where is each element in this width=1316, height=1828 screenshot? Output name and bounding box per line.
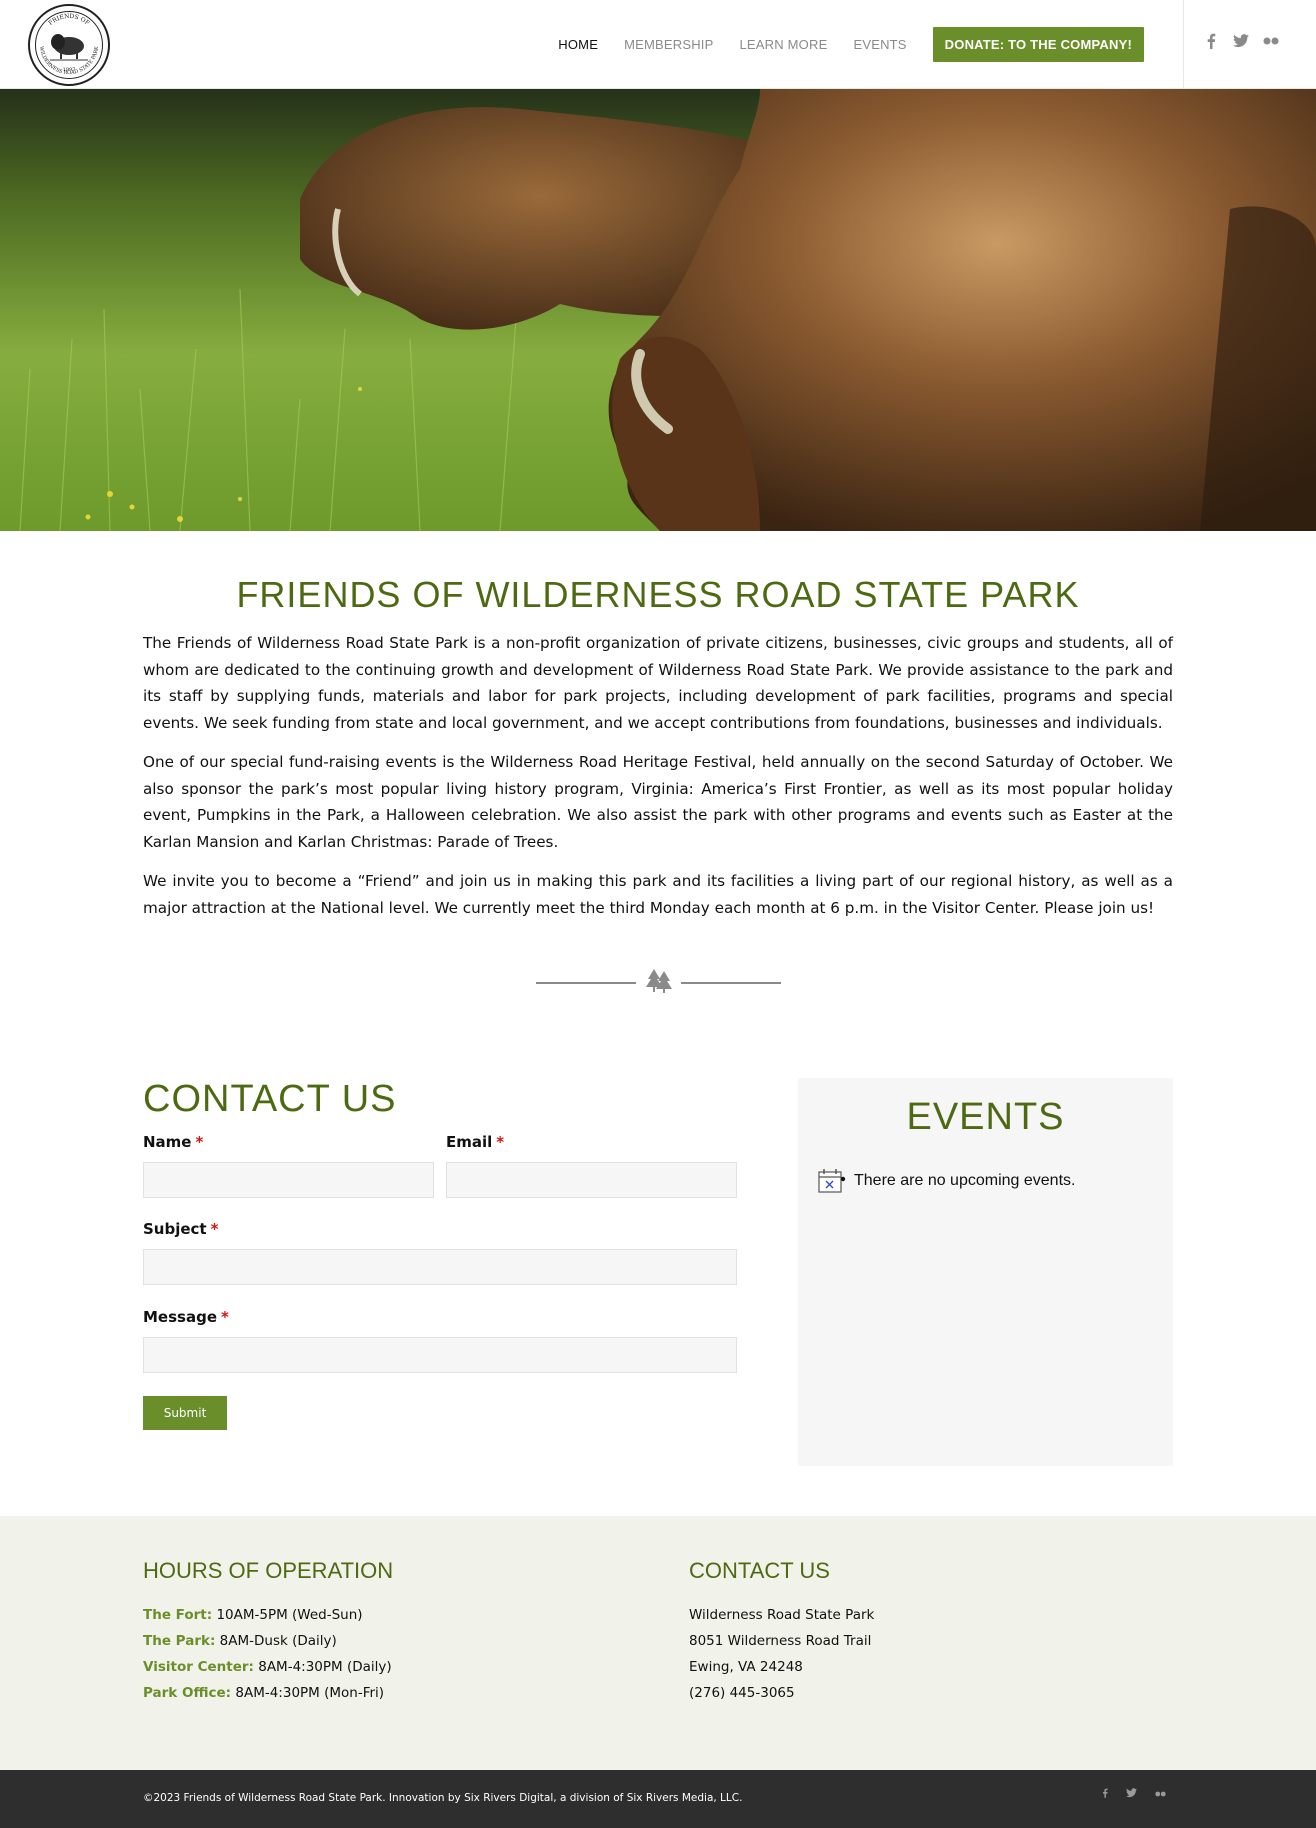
contact-form: CONTACT US Name * Email * Subject * Message… xyxy=(143,1078,737,1430)
hours-value: 10AM-5PM (Wed-Sun) xyxy=(216,1607,363,1623)
intro-paragraph-3: We invite you to become a “Friend” and j… xyxy=(143,872,1173,917)
address-line: Wilderness Road State Park xyxy=(689,1607,875,1623)
svg-text:FRIENDS OF: FRIENDS OF xyxy=(47,13,90,27)
copyright-text: ©2023 Friends of Wilderness Road State P… xyxy=(143,1792,743,1804)
message-field[interactable] xyxy=(143,1337,737,1373)
events-title: EVENTS xyxy=(906,1096,1065,1138)
required-mark: * xyxy=(496,1133,505,1151)
main-nav: HOME MEMBERSHIP LEARN MORE EVENTS DONATE… xyxy=(532,0,1144,89)
nav-events[interactable]: EVENTS xyxy=(853,37,906,52)
phone-number[interactable]: (276) 445-3065 xyxy=(689,1680,874,1706)
logo-year: 1997 xyxy=(63,67,76,73)
required-mark: * xyxy=(210,1220,219,1238)
message-label: Message * xyxy=(143,1308,229,1326)
name-label-text: Name xyxy=(143,1133,192,1151)
message-label-text: Message xyxy=(143,1308,217,1326)
page-title: FRIENDS OF WILDERNESS ROAD STATE PARK xyxy=(236,574,1080,615)
email-label-text: Email xyxy=(446,1133,493,1151)
hours-row: Visitor Center: 8AM-4:30PM (Daily) xyxy=(143,1654,393,1680)
donate-button[interactable]: DONATE: TO THE COMPANY! xyxy=(932,27,1144,62)
address-line: Ewing, VA 24248 xyxy=(689,1659,803,1675)
hours-key: Visitor Center: xyxy=(143,1659,254,1675)
site-header: FRIENDS OF WILDERNESS ROAD STATE PARK 19… xyxy=(0,0,1316,89)
intro-section: FRIENDS OF WILDERNESS ROAD STATE PARK Th… xyxy=(143,574,1173,934)
divider-line-right xyxy=(681,982,781,984)
contact-title: CONTACT US xyxy=(143,1078,397,1120)
hours-row: Park Office: 8AM-4:30PM (Mon-Fri) xyxy=(143,1680,393,1706)
header-social xyxy=(1203,33,1279,49)
flickr-icon[interactable] xyxy=(1155,1788,1166,1801)
site-logo[interactable]: FRIENDS OF WILDERNESS ROAD STATE PARK 19… xyxy=(28,4,110,86)
hours-key: Park Office: xyxy=(143,1685,232,1701)
nav-membership[interactable]: MEMBERSHIP xyxy=(624,37,713,52)
trees-icon xyxy=(646,969,672,993)
hours-value: 8AM-4:30PM (Daily) xyxy=(258,1659,392,1675)
required-mark: * xyxy=(195,1133,204,1151)
nav-learn-more[interactable]: LEARN MORE xyxy=(739,37,827,52)
logo-text-top: FRIENDS OF xyxy=(47,13,90,27)
name-field[interactable] xyxy=(143,1162,434,1198)
subject-field[interactable] xyxy=(143,1249,737,1285)
subject-label-text: Subject xyxy=(143,1220,207,1238)
hours-key: The Park: xyxy=(143,1633,216,1649)
hero-photo xyxy=(0,89,1316,531)
submit-button[interactable]: Submit xyxy=(143,1396,227,1430)
twitter-icon[interactable] xyxy=(1126,1788,1137,1801)
nav-home[interactable]: HOME xyxy=(558,37,598,52)
footer-contact-title: CONTACT US xyxy=(689,1558,830,1583)
no-events-text: There are no upcoming events. xyxy=(854,1172,1076,1189)
footer-social xyxy=(1102,1788,1166,1801)
email-label: Email * xyxy=(446,1133,504,1151)
divider-line-left xyxy=(536,982,636,984)
section-divider xyxy=(536,966,781,996)
hours-column: HOURS OF OPERATION The Fort: 10AM-5PM (W… xyxy=(143,1558,393,1706)
events-widget: EVENTS There are no upcoming events. xyxy=(798,1078,1173,1466)
address-line: 8051 Wilderness Road Trail xyxy=(689,1633,872,1649)
hours-value: 8AM-Dusk (Daily) xyxy=(219,1633,337,1649)
subject-label: Subject * xyxy=(143,1220,218,1238)
name-label: Name * xyxy=(143,1133,203,1151)
header-divider xyxy=(1183,0,1184,89)
hours-row: The Fort: 10AM-5PM (Wed-Sun) xyxy=(143,1602,393,1628)
required-mark: * xyxy=(221,1308,229,1326)
hours-title: HOURS OF OPERATION xyxy=(143,1558,394,1583)
bottom-bar: ©2023 Friends of Wilderness Road State P… xyxy=(0,1770,1316,1828)
flickr-icon[interactable] xyxy=(1263,33,1279,49)
calendar-icon xyxy=(818,1169,846,1193)
no-events-message: There are no upcoming events. xyxy=(818,1168,1075,1194)
facebook-icon[interactable] xyxy=(1102,1788,1108,1801)
hero-image-bison xyxy=(0,89,1316,531)
bison-logo-icon: FRIENDS OF WILDERNESS ROAD STATE PARK 19… xyxy=(38,13,100,76)
hours-row: The Park: 8AM-Dusk (Daily) xyxy=(143,1628,393,1654)
footer-info: HOURS OF OPERATION The Fort: 10AM-5PM (W… xyxy=(0,1516,1316,1770)
hours-value: 8AM-4:30PM (Mon-Fri) xyxy=(235,1685,385,1701)
twitter-icon[interactable] xyxy=(1233,33,1249,49)
intro-paragraph-2: One of our special fund-raising events i… xyxy=(143,753,1173,851)
footer-contact-column: CONTACT US Wilderness Road State Park 80… xyxy=(689,1558,874,1706)
email-field[interactable] xyxy=(446,1162,737,1198)
hours-key: The Fort: xyxy=(143,1607,213,1623)
intro-paragraph-1: The Friends of Wilderness Road State Par… xyxy=(143,634,1173,732)
facebook-icon[interactable] xyxy=(1203,33,1219,49)
